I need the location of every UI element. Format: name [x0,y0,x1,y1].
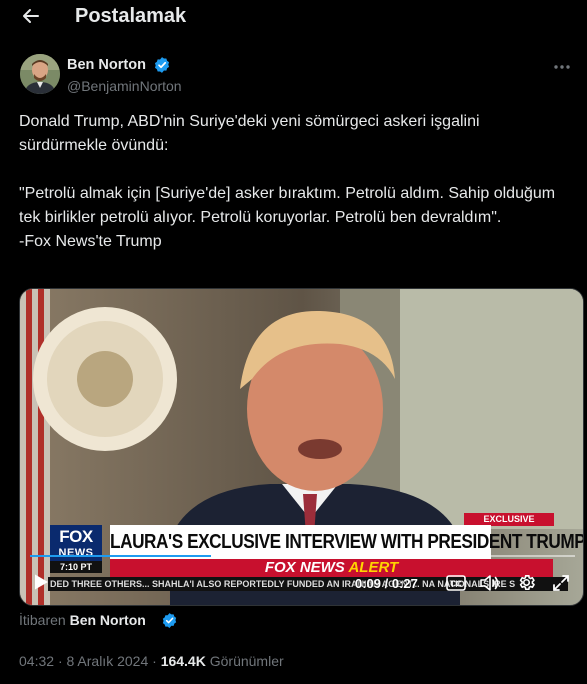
attribution-name[interactable]: Ben Norton [70,612,146,628]
alert-suffix: ALERT [348,559,399,576]
video-progress-bar[interactable] [30,555,575,557]
page-title: Postalamak [75,5,187,27]
video-player[interactable]: EXCLUSIVE FOX NEWS 7:10 PT LAURA'S EXCLU… [19,288,584,606]
logo-time: 7:10 PT [50,561,102,573]
author-handle[interactable]: @BenjaminNorton [67,78,182,94]
fullscreen-icon[interactable] [552,574,570,592]
more-options-icon[interactable] [552,57,572,77]
tweet-author: Ben Norton @BenjaminNorton [20,54,580,96]
logo-line2: NEWS [58,547,94,559]
tweet-date[interactable]: 8 Aralık 2024 [67,653,149,669]
verified-badge-icon [161,612,178,629]
chyron-headline: LAURA'S EXCLUSIVE INTERVIEW WITH PRESIDE… [110,525,583,559]
attribution-prefix: İtibaren [19,612,66,628]
video-timecode: 0:09 / 0:27 [355,576,418,591]
view-count: 164.4K [160,653,206,669]
header: Postalamak [0,0,587,34]
gear-icon[interactable] [517,573,536,592]
svg-text:CC: CC [450,580,462,589]
avatar[interactable] [20,54,60,94]
arrow-left-icon[interactable] [16,2,46,30]
captions-icon[interactable]: CC [446,575,466,591]
logo-line1: FOX [59,527,93,546]
views-label: Görünümler [209,653,284,669]
tweet-text: Donald Trump, ABD'nin Suriye'deki yeni s… [19,113,556,250]
verified-badge-icon [153,56,171,74]
meta-separator: · [57,653,63,669]
duration: 0:27 [391,576,418,591]
meta-separator: · [152,653,157,669]
current-time: 0:09 [355,576,382,591]
video-progress-fill [30,555,212,557]
fox-news-logo: FOX NEWS 7:10 PT [50,525,102,573]
alert-prefix: FOX NEWS [264,559,345,576]
tweet-meta: 04:32 · 8 Aralık 2024 · 164.4K Görünümle… [19,653,284,669]
tweet-time[interactable]: 04:32 [19,653,54,669]
play-icon[interactable] [32,573,50,591]
author-name[interactable]: Ben Norton [67,57,146,73]
video-attribution: İtibaren Ben Norton [19,612,146,628]
volume-icon[interactable] [479,574,499,592]
